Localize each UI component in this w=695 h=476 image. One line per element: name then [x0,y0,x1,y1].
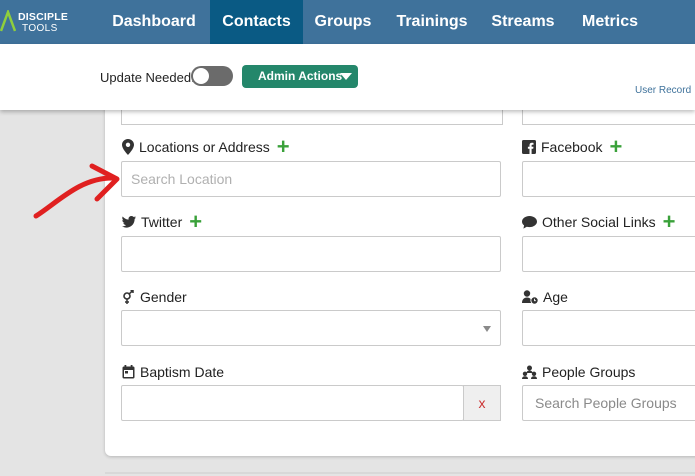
annotation-arrow-icon [33,163,120,219]
